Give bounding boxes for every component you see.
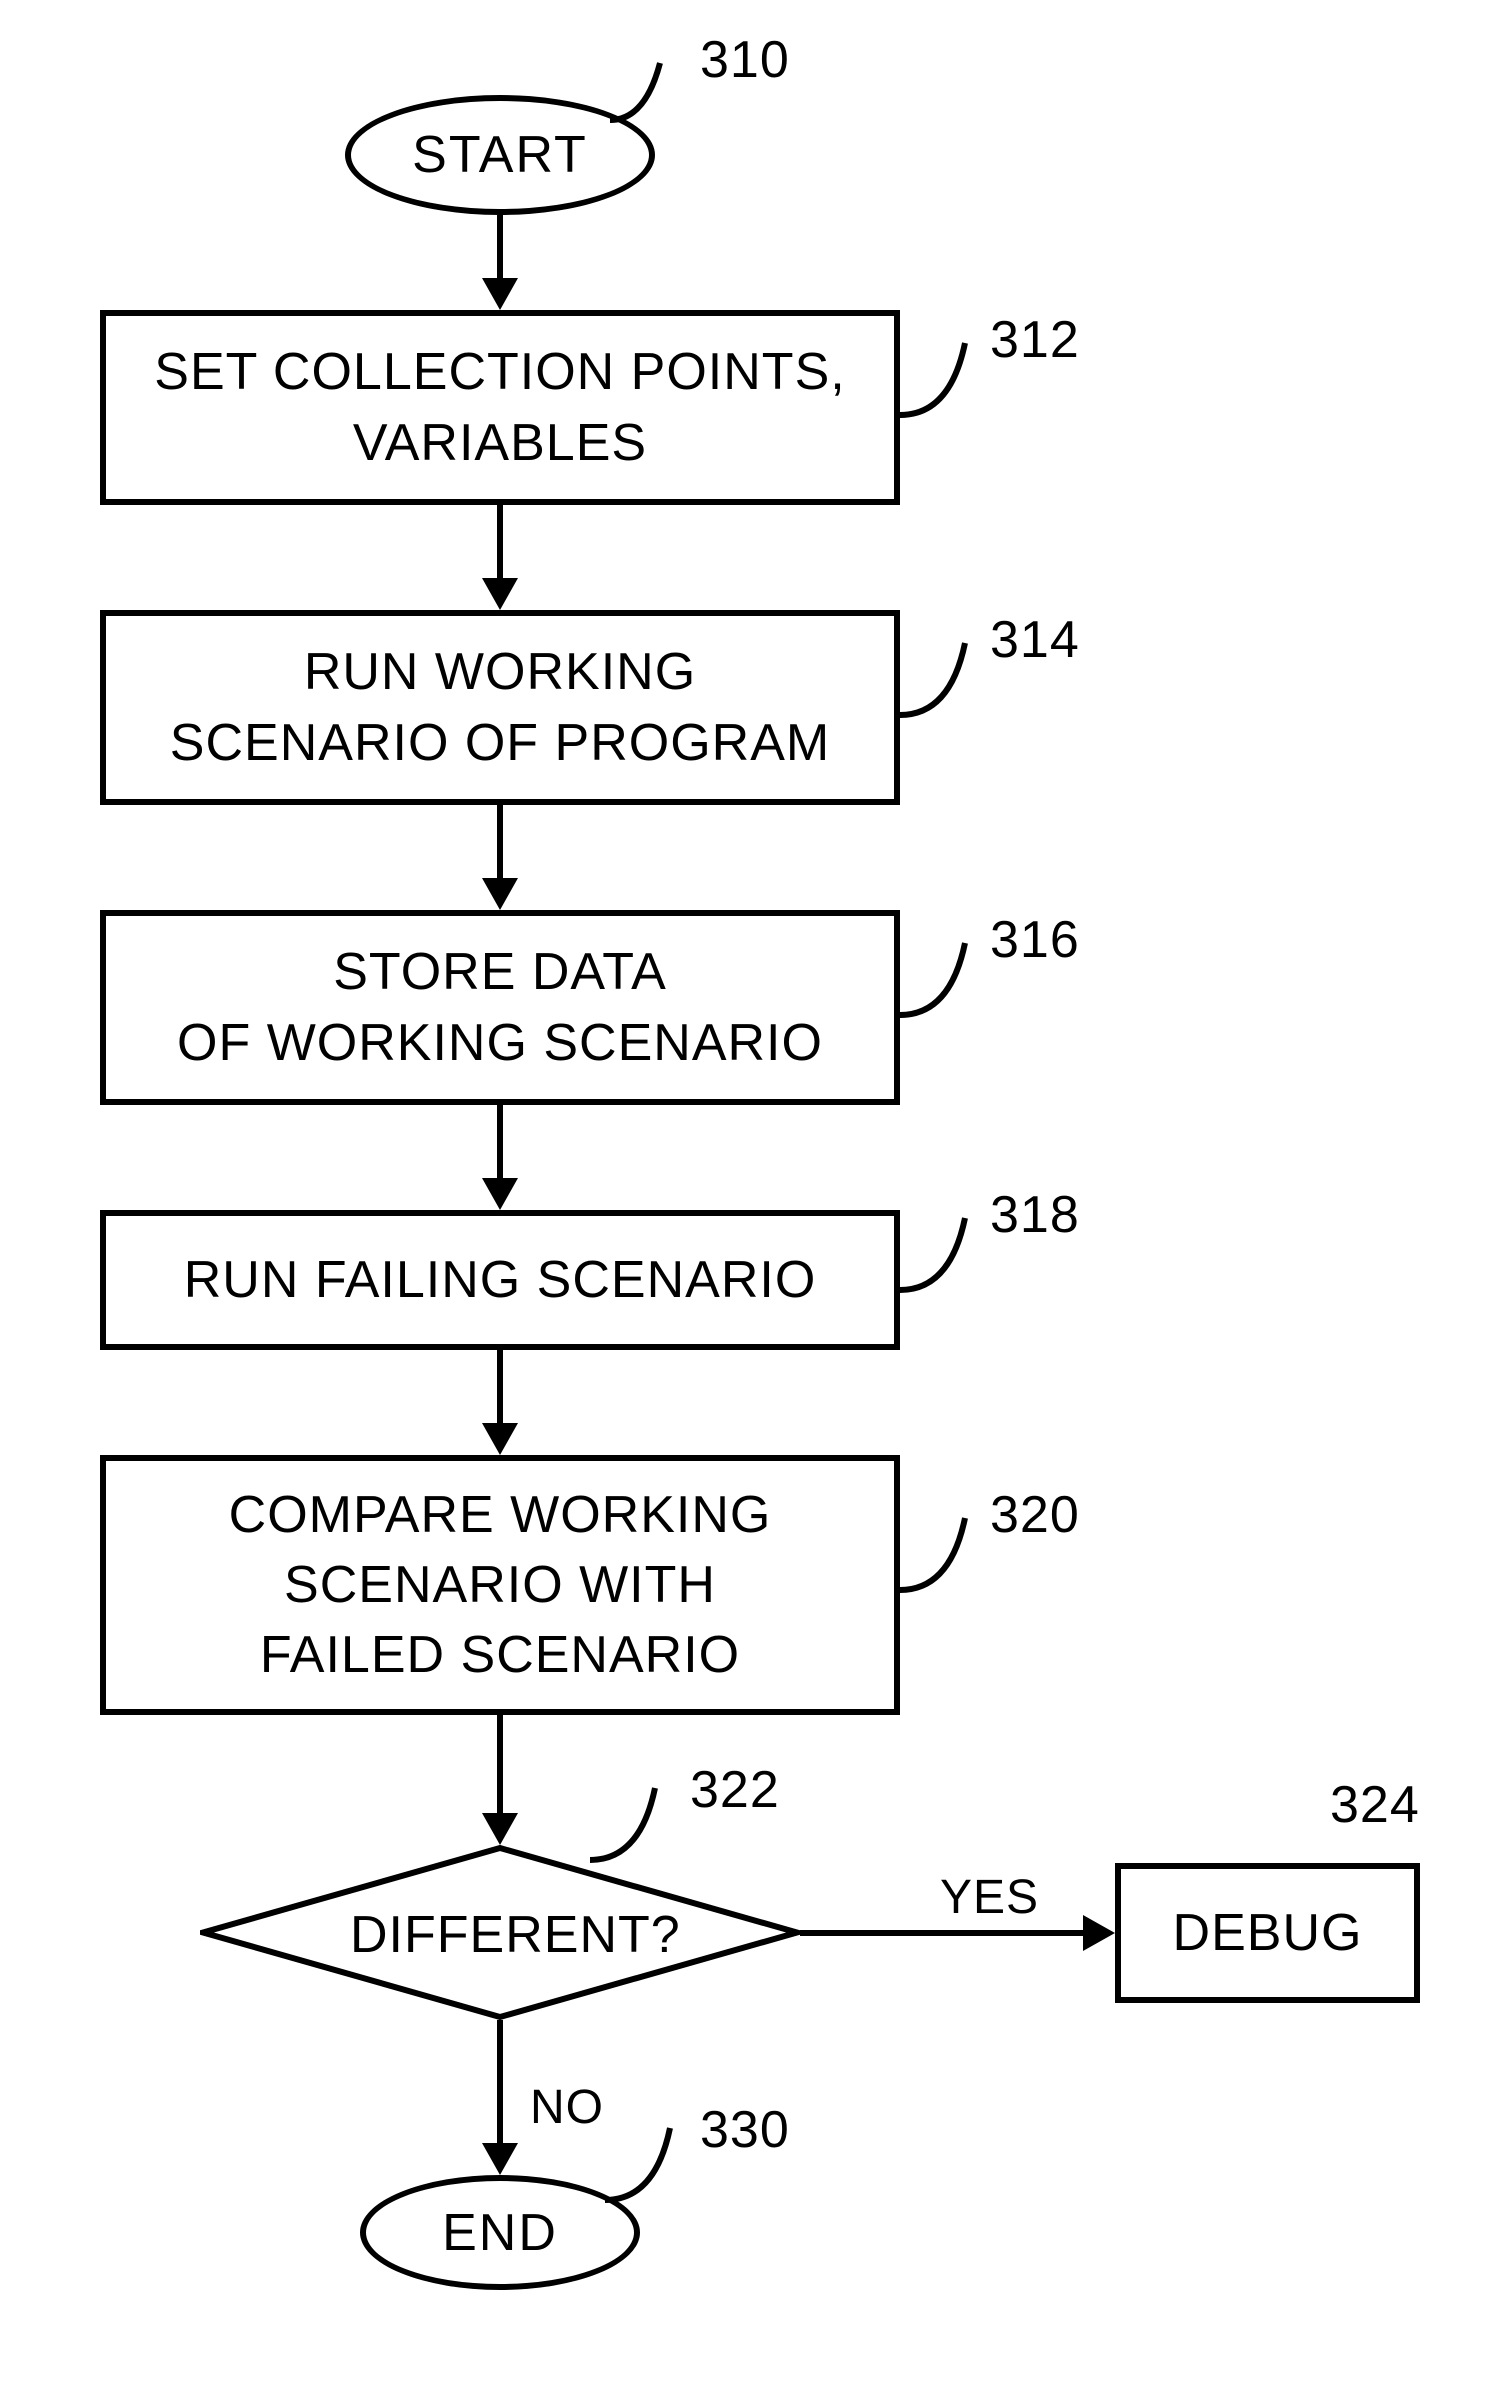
ref-320: 320 bbox=[990, 1485, 1080, 1545]
flow-step-store-data: STORE DATA OF WORKING SCENARIO bbox=[100, 910, 900, 1105]
edge-yes bbox=[800, 1930, 1090, 1936]
ref-312: 312 bbox=[990, 310, 1080, 370]
ref-318: 318 bbox=[990, 1185, 1080, 1245]
arrowhead-step3-step4 bbox=[482, 1178, 518, 1210]
flow-step-run-failing-label: RUN FAILING SCENARIO bbox=[184, 1245, 817, 1315]
edge-step2-step3 bbox=[497, 805, 503, 885]
flow-end-label: END bbox=[442, 2203, 558, 2263]
edge-yes-label: YES bbox=[940, 1870, 1039, 1925]
edge-no-label: NO bbox=[530, 2080, 604, 2135]
edge-step1-step2 bbox=[497, 505, 503, 585]
ref-316: 316 bbox=[990, 910, 1080, 970]
ref-322: 322 bbox=[690, 1760, 780, 1820]
arrowhead-yes bbox=[1083, 1915, 1115, 1951]
arrowhead-step2-step3 bbox=[482, 878, 518, 910]
ref-314: 314 bbox=[990, 610, 1080, 670]
flow-decision-different-label: DIFFERENT? bbox=[350, 1905, 650, 1965]
arrowhead-no bbox=[482, 2143, 518, 2175]
ref-324: 324 bbox=[1330, 1775, 1420, 1835]
flow-step-store-data-label: STORE DATA OF WORKING SCENARIO bbox=[177, 937, 823, 1077]
edge-start-step1 bbox=[497, 215, 503, 285]
leader-310 bbox=[600, 55, 710, 125]
flow-step-set-collection: SET COLLECTION POINTS, VARIABLES bbox=[100, 310, 900, 505]
flow-end: END bbox=[360, 2175, 640, 2290]
arrowhead-step4-step5 bbox=[482, 1423, 518, 1455]
ref-330: 330 bbox=[700, 2100, 790, 2160]
flow-step-compare-label: COMPARE WORKING SCENARIO WITH FAILED SCE… bbox=[229, 1480, 772, 1691]
flow-step-set-collection-label: SET COLLECTION POINTS, VARIABLES bbox=[154, 337, 845, 477]
edge-step3-step4 bbox=[497, 1105, 503, 1185]
flow-step-debug: DEBUG bbox=[1115, 1863, 1420, 2003]
flow-step-run-failing: RUN FAILING SCENARIO bbox=[100, 1210, 900, 1350]
edge-step5-decision bbox=[497, 1715, 503, 1820]
leader-322 bbox=[590, 1780, 700, 1870]
edge-no bbox=[497, 2020, 503, 2150]
arrowhead-start-step1 bbox=[482, 278, 518, 310]
ref-310: 310 bbox=[700, 30, 790, 90]
flow-step-run-working-label: RUN WORKING SCENARIO OF PROGRAM bbox=[170, 637, 830, 777]
arrowhead-step5-decision bbox=[482, 1813, 518, 1845]
flow-step-compare: COMPARE WORKING SCENARIO WITH FAILED SCE… bbox=[100, 1455, 900, 1715]
flow-start-label: START bbox=[412, 125, 588, 185]
arrowhead-step1-step2 bbox=[482, 578, 518, 610]
leader-330 bbox=[605, 2120, 715, 2210]
edge-step4-step5 bbox=[497, 1350, 503, 1430]
flow-step-debug-label: DEBUG bbox=[1173, 1898, 1363, 1968]
flow-step-run-working: RUN WORKING SCENARIO OF PROGRAM bbox=[100, 610, 900, 805]
